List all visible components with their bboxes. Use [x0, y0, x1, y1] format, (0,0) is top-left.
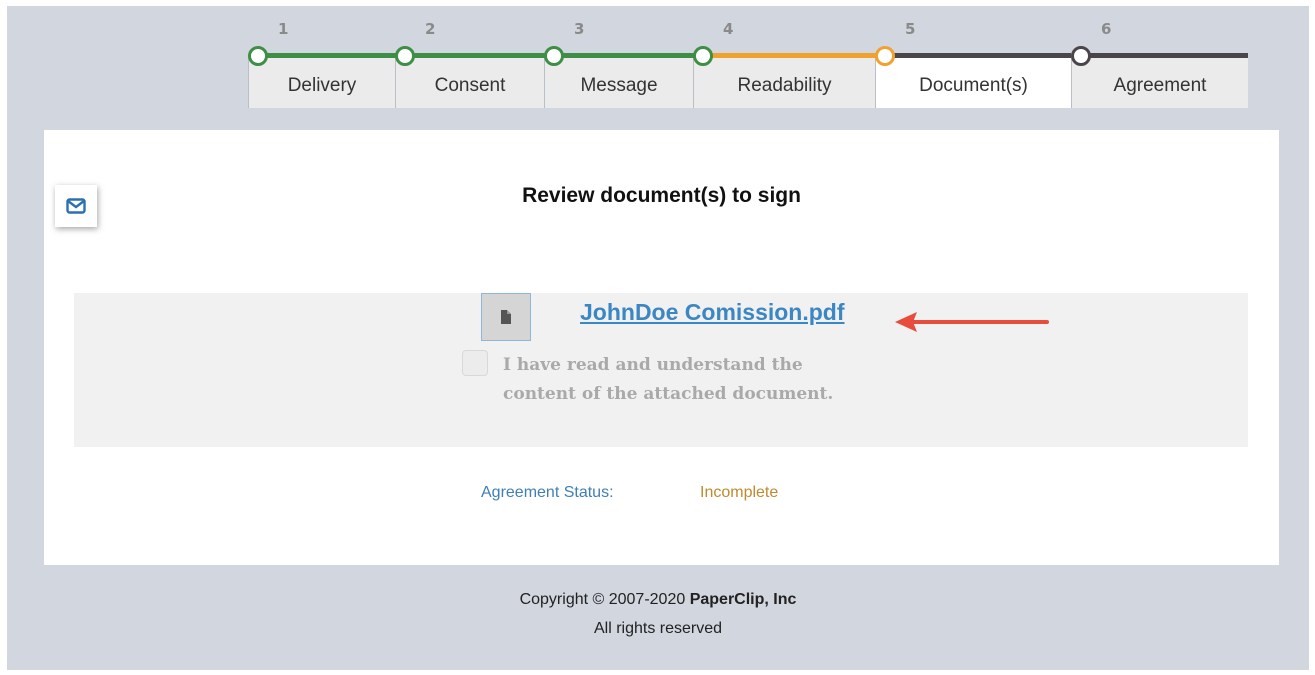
step-complete-icon	[693, 46, 713, 66]
step-number: 6	[1101, 20, 1112, 38]
step-number: 4	[723, 20, 734, 38]
open-document-button[interactable]	[481, 293, 531, 341]
step-pending-icon	[1071, 46, 1091, 66]
step-number: 3	[574, 20, 585, 38]
agreement-status-value: Incomplete	[700, 484, 779, 501]
rights-text: All rights reserved	[593, 620, 723, 637]
step-consent[interactable]: 2 Consent	[395, 16, 554, 108]
step-tab-consent[interactable]: Consent	[395, 58, 544, 108]
step-readability[interactable]: 4 Readability	[693, 16, 885, 108]
document-link[interactable]: JohnDoe Comission.pdf	[580, 299, 845, 326]
file-icon	[501, 310, 511, 324]
step-agreement[interactable]: 6 Agreement	[1071, 16, 1248, 108]
agreement-status-label: Agreement Status:	[481, 484, 614, 501]
acknowledge-checkbox[interactable]	[462, 350, 488, 376]
step-complete-icon	[544, 46, 564, 66]
footer: Copyright © 2007-2020 PaperClip, Inc All…	[7, 585, 1309, 643]
step-number: 5	[905, 20, 916, 38]
company-name: PaperClip, Inc	[689, 591, 797, 608]
copyright-text: Copyright © 2007-2020	[519, 591, 690, 608]
annotation-arrow-icon	[895, 312, 1049, 332]
copyright-line: Copyright © 2007-2020 PaperClip, Inc	[7, 585, 1309, 614]
step-current-icon	[875, 46, 895, 66]
step-tab-documents[interactable]: Document(s)	[875, 58, 1071, 108]
step-tab-delivery[interactable]: Delivery	[248, 58, 395, 108]
step-number: 1	[278, 20, 289, 38]
step-delivery[interactable]: 1 Delivery	[248, 16, 405, 108]
page-title: Review document(s) to sign	[522, 184, 801, 207]
step-documents[interactable]: 5 Document(s)	[875, 16, 1071, 108]
step-tab-message[interactable]: Message	[544, 58, 693, 108]
step-number: 2	[425, 20, 436, 38]
step-tab-readability[interactable]: Readability	[693, 58, 875, 108]
step-tab-agreement[interactable]: Agreement	[1071, 58, 1248, 108]
step-complete-icon	[248, 46, 268, 66]
step-complete-icon	[395, 46, 415, 66]
progress-stepper: 1 Delivery 2 Consent 3 Message 4 Readabi…	[248, 16, 1248, 108]
step-message[interactable]: 3 Message	[544, 16, 703, 108]
acknowledge-label: I have read and understand the content o…	[503, 355, 834, 404]
